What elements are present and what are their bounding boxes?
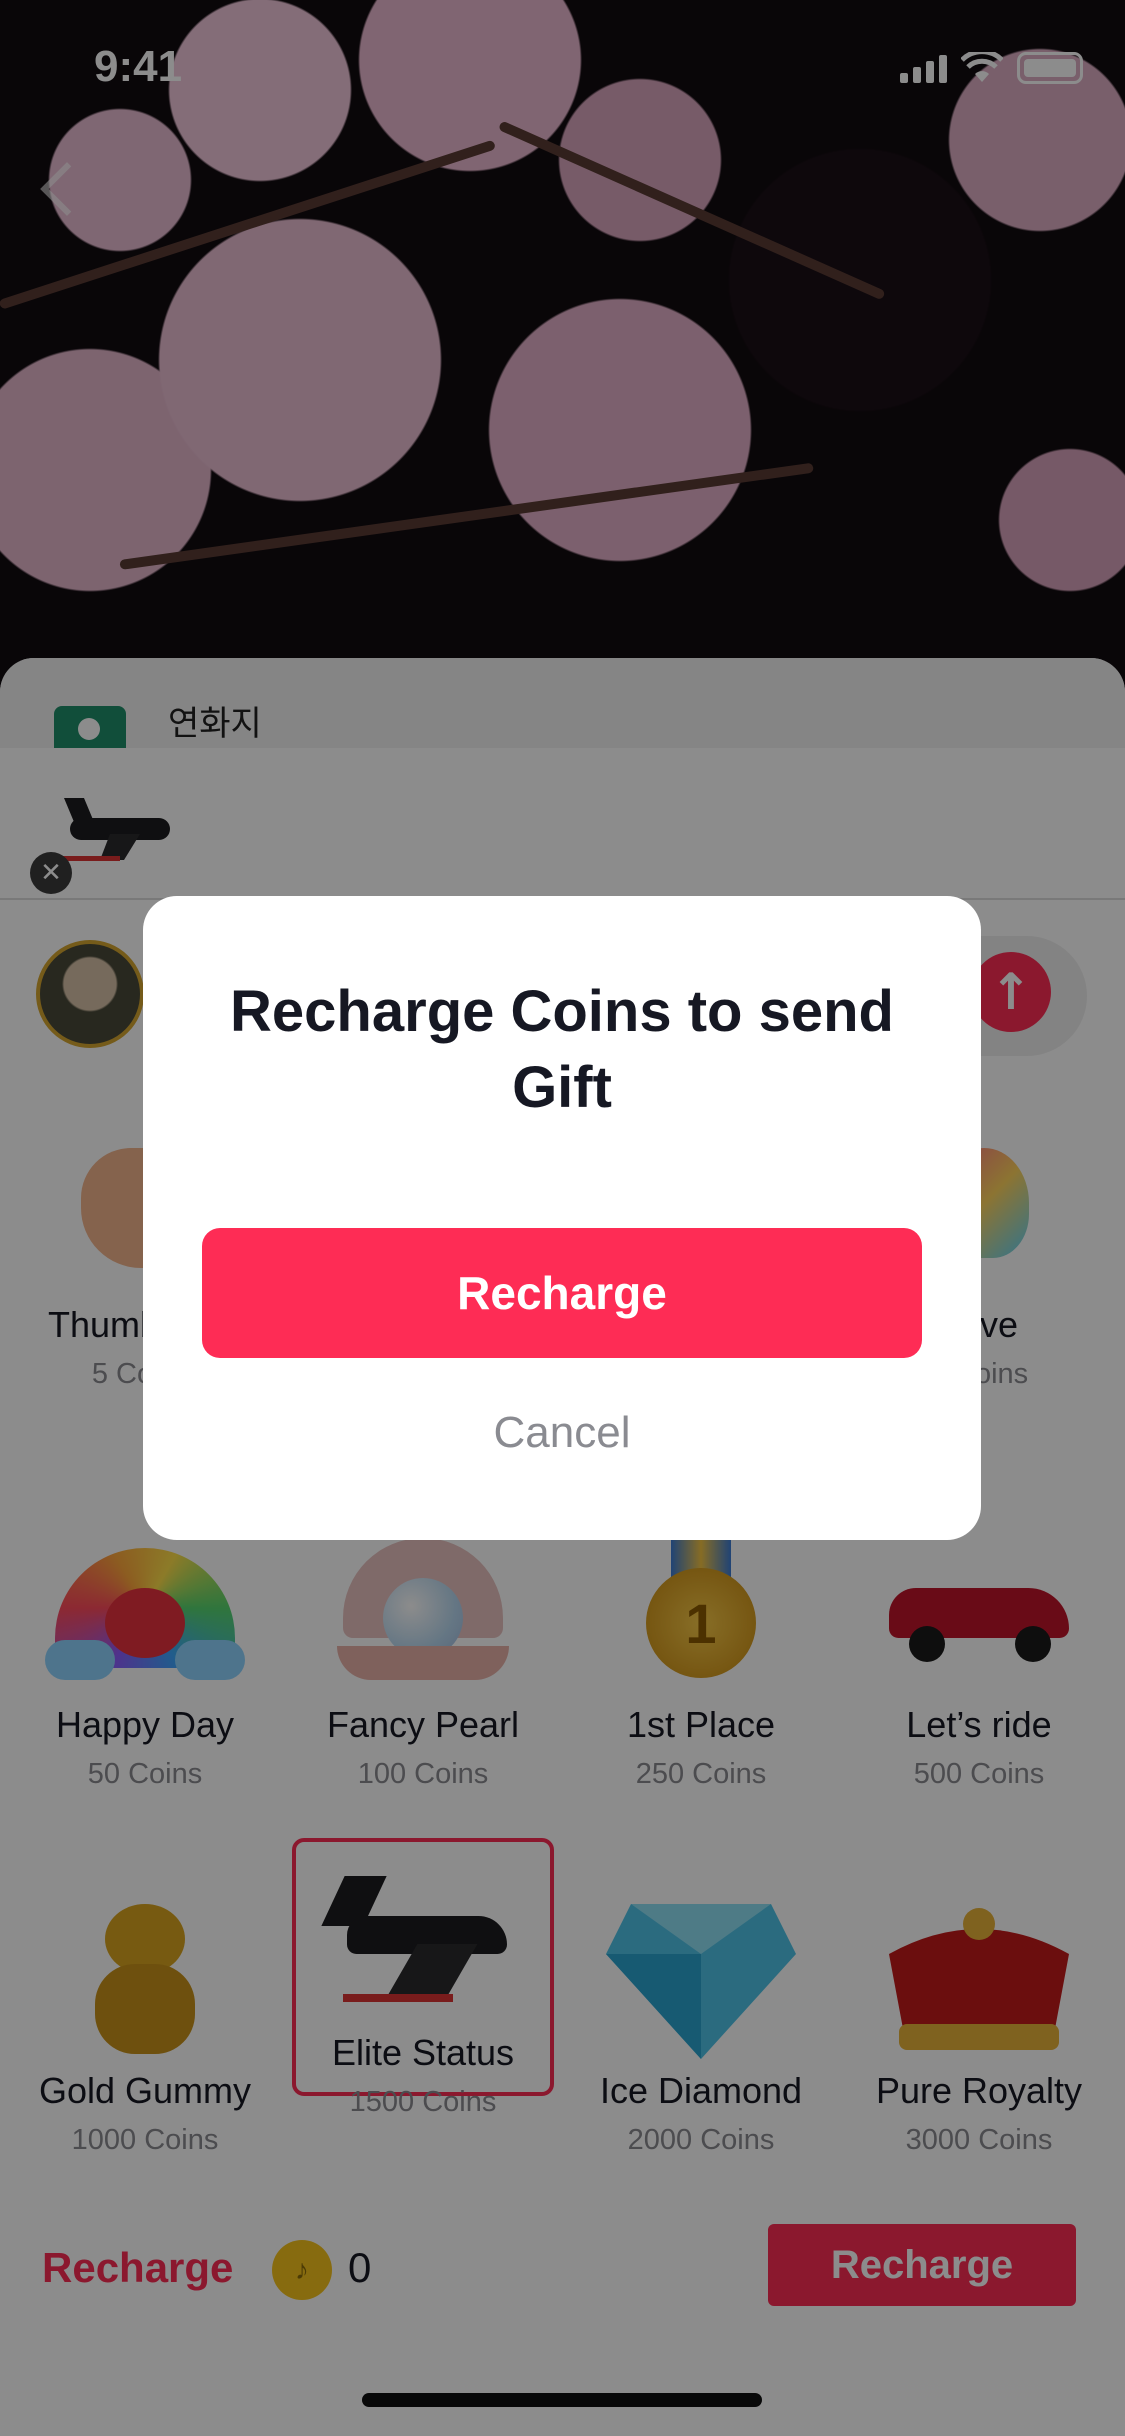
dialog-title: Recharge Coins to send Gift [230,979,894,1120]
dialog-cancel-button[interactable]: Cancel [143,1408,981,1458]
recharge-dialog: Recharge Coins to send Gift Recharge Can… [143,896,981,1540]
dialog-recharge-button[interactable]: Recharge [202,1228,922,1358]
